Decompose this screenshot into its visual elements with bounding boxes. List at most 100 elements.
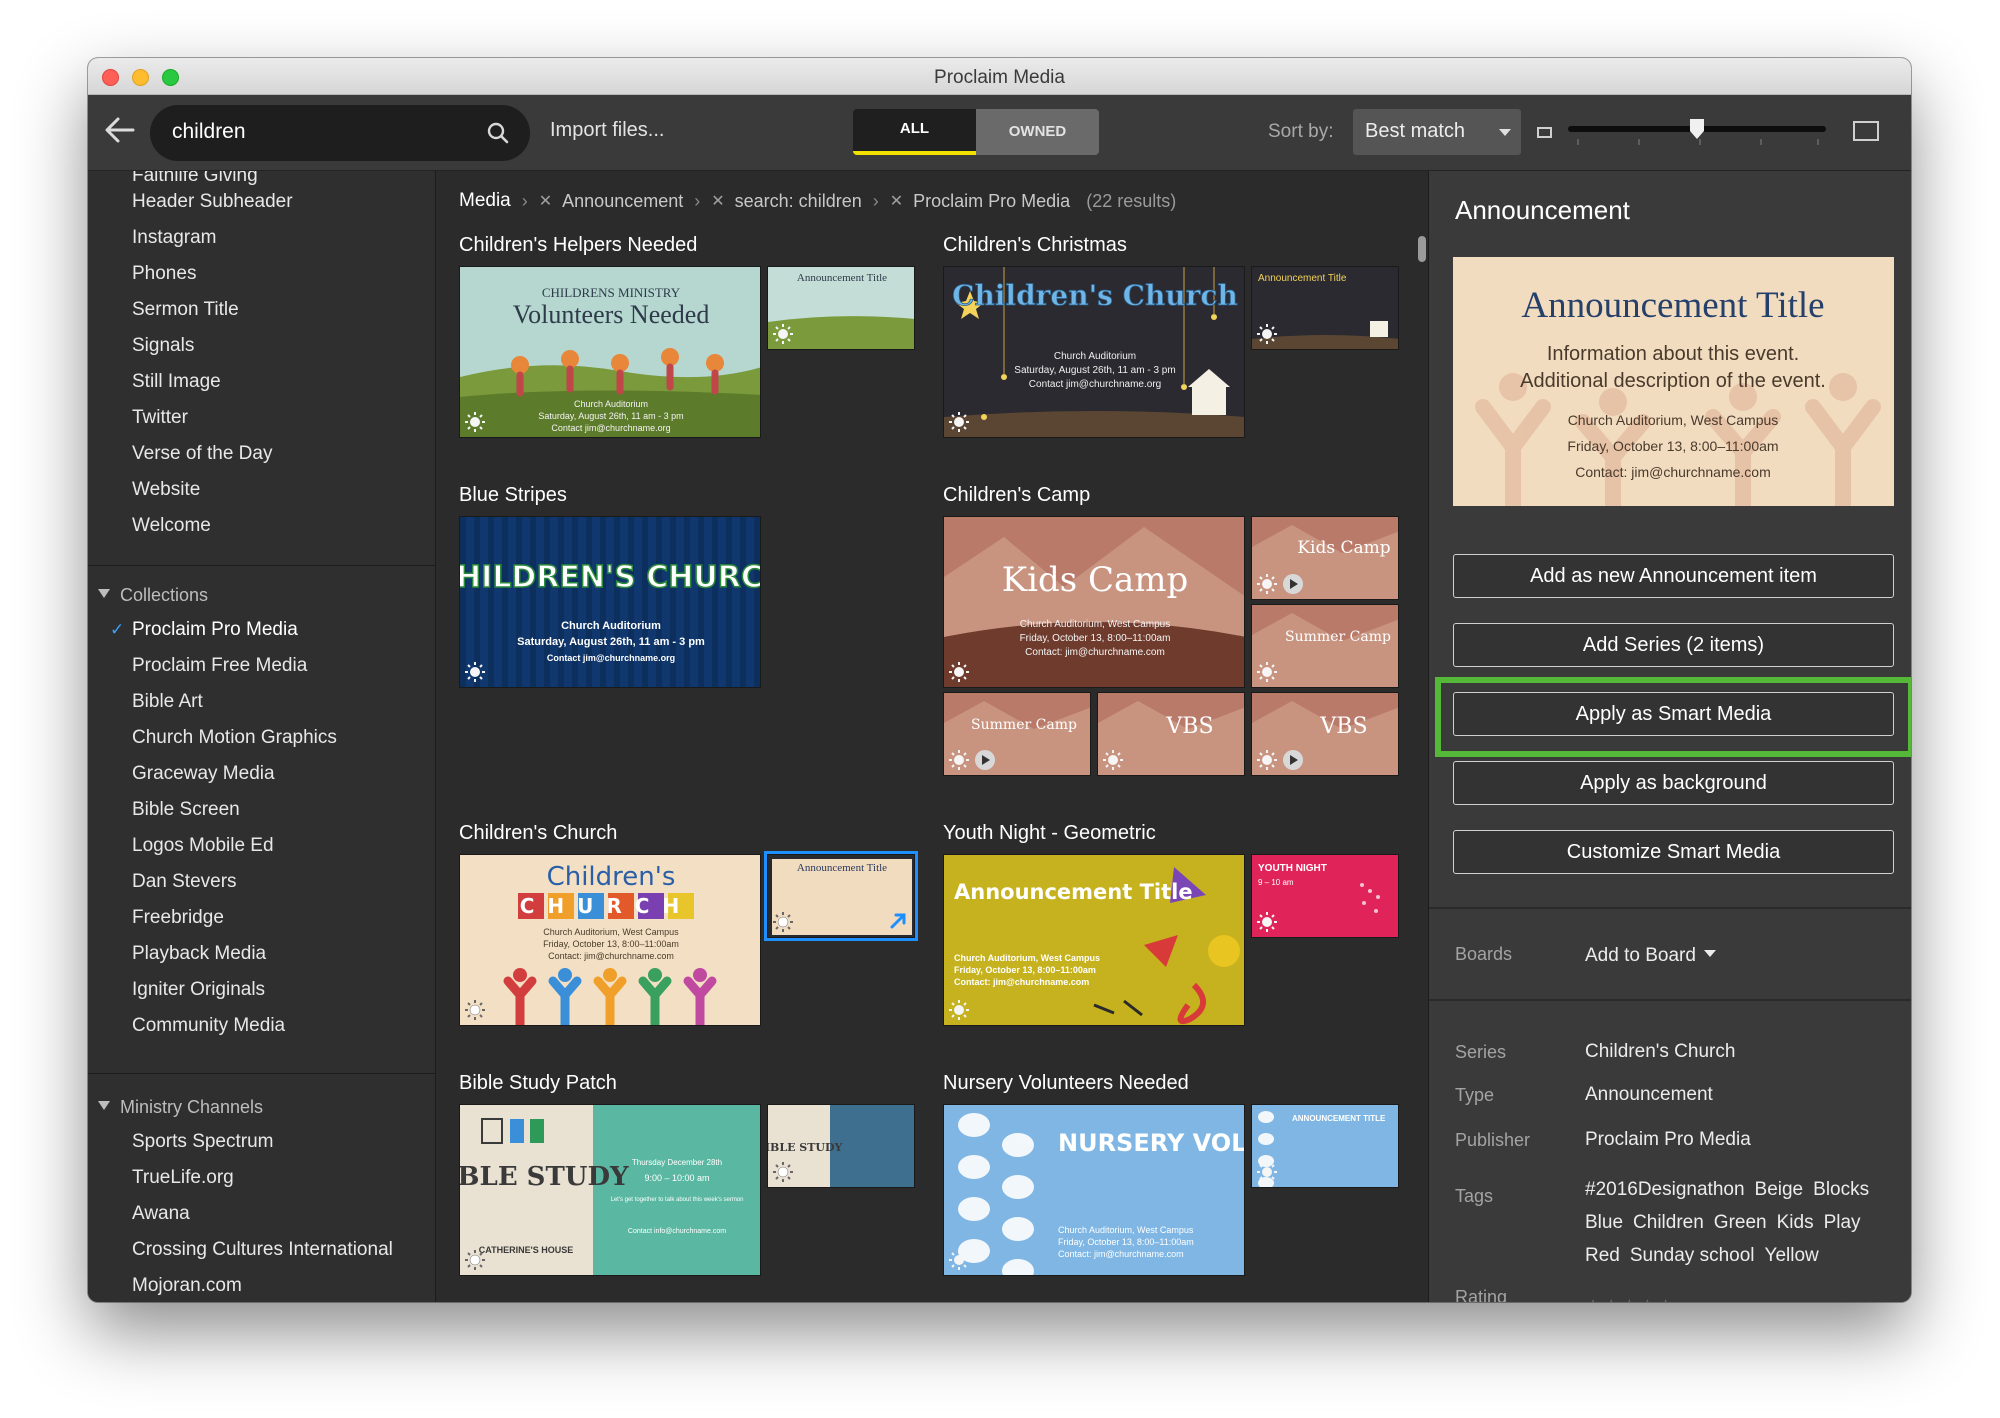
media-thumbnail[interactable]: BIBLE STUDY CATHERINE'S HOUSE Thursday D… [459,1104,761,1276]
tag-link[interactable]: Green [1714,1212,1767,1233]
rating-stars[interactable]: ★★★★★ [1585,1296,1676,1302]
apply-background-button[interactable]: Apply as background [1453,761,1894,805]
publisher-value[interactable]: Proclaim Pro Media [1585,1129,1751,1151]
breadcrumb-filter[interactable]: Announcement [562,191,683,212]
media-thumbnail[interactable]: YOUTH NIGHT 9 – 10 am [1251,854,1399,938]
series-value[interactable]: Children's Church [1585,1041,1735,1063]
large-thumbnail-icon[interactable] [1853,121,1879,141]
search-field[interactable]: children [150,105,530,161]
tag-link[interactable]: Sunday school [1630,1245,1755,1266]
media-thumbnail[interactable]: CHILDRENS MINISTRY Volunteers Needed Chu… [459,266,761,438]
search-input[interactable]: children [172,120,246,144]
collections-header[interactable]: Collections [98,585,208,606]
group-title[interactable]: Nursery Volunteers Needed [943,1072,1189,1095]
tag-link[interactable]: #2016Designathon [1585,1179,1745,1200]
sidebar-item[interactable]: Community Media [132,1015,285,1037]
remove-filter-icon[interactable]: ✕ [890,191,903,211]
group-title[interactable]: Youth Night - Geometric [943,822,1156,845]
search-icon[interactable] [486,121,510,145]
media-thumbnail[interactable]: VBS [1251,692,1399,776]
media-thumbnail[interactable]: ANNOUNCEMENT TITLE [1251,1104,1399,1188]
sidebar-item[interactable]: Phones [132,263,196,285]
import-files-button[interactable]: Import files... [550,119,664,142]
sidebar-item[interactable]: Website [132,479,200,501]
sidebar-item[interactable]: Welcome [132,515,211,537]
remove-filter-icon[interactable]: ✕ [539,191,552,211]
tag-link[interactable]: Blocks [1813,1179,1869,1200]
sidebar-item[interactable]: Proclaim Free Media [132,655,307,677]
sidebar-item[interactable]: Instagram [132,227,216,249]
sidebar-item[interactable]: Signals [132,335,194,357]
tag-link[interactable]: Yellow [1765,1245,1819,1266]
group-title[interactable]: Children's Church [459,822,617,845]
filter-all-tab[interactable]: ALL [853,109,976,155]
play-icon[interactable] [1282,749,1304,771]
add-series-button[interactable]: Add Series (2 items) [1453,623,1894,667]
media-thumbnail[interactable]: Announcement Title [767,266,915,350]
sort-dropdown[interactable]: Best match [1353,109,1521,155]
sidebar-item[interactable]: Dan Stevers [132,871,237,893]
tag-link[interactable]: Play [1824,1212,1861,1233]
media-thumbnail[interactable]: Kids Camp [1251,516,1399,600]
sidebar-item[interactable]: Verse of the Day [132,443,272,465]
group-title[interactable]: Bible Study Patch [459,1072,617,1095]
sidebar-item[interactable]: Faithlife Giving [132,171,258,187]
sidebar-item[interactable]: Bible Art [132,691,203,713]
sidebar-item[interactable]: Sermon Title [132,299,239,321]
tag-link[interactable]: Red [1585,1245,1620,1266]
media-thumbnail[interactable]: Children's CHURCH Church Auditorium, Wes… [459,854,761,1026]
breadcrumb-filter[interactable]: Proclaim Pro Media [913,191,1070,212]
tag-link[interactable]: Children [1633,1212,1704,1233]
scrollbar[interactable] [1418,236,1426,262]
group-title[interactable]: Children's Helpers Needed [459,234,697,257]
thumbnail-size-slider[interactable] [1568,115,1826,155]
sidebar-item[interactable]: Bible Screen [132,799,240,821]
group-title[interactable]: Blue Stripes [459,484,567,507]
breadcrumb-filter[interactable]: search: children [735,191,862,212]
media-thumbnail[interactable]: Announcement Title Church Auditorium, We… [943,854,1245,1026]
expand-icon[interactable] [888,911,908,931]
media-thumbnail[interactable]: Summer Camp [943,692,1091,776]
sidebar-item[interactable]: Still Image [132,371,221,393]
media-thumbnail[interactable]: BIBLE STUDY [767,1104,915,1188]
media-thumbnail[interactable]: Children's Church Church Auditorium Satu… [943,266,1245,438]
sidebar-item-proclaim-pro-media[interactable]: Proclaim Pro Media [132,619,298,641]
sidebar-item[interactable]: Header Subheader [132,191,293,213]
sidebar-item[interactable]: Logos Mobile Ed [132,835,274,857]
ministry-channels-header[interactable]: Ministry Channels [98,1097,263,1118]
media-thumbnail[interactable]: Kids Camp Church Auditorium, West Campus… [943,516,1245,688]
small-thumbnail-icon[interactable] [1537,127,1552,138]
media-thumbnail[interactable]: Summer Camp [1251,604,1399,688]
tag-link[interactable]: Kids [1777,1212,1814,1233]
add-announcement-item-button[interactable]: Add as new Announcement item [1453,554,1894,598]
sidebar-item[interactable]: Playback Media [132,943,266,965]
play-icon[interactable] [1282,573,1304,595]
media-thumbnail[interactable]: Announcement Title [1251,266,1399,350]
back-button[interactable] [100,113,140,153]
apply-smart-media-button[interactable]: Apply as Smart Media [1453,692,1894,736]
add-to-board-dropdown[interactable]: Add to Board [1585,945,1716,967]
tag-link[interactable]: Beige [1755,1179,1804,1200]
remove-filter-icon[interactable]: ✕ [711,191,724,211]
sidebar-item[interactable]: Mojoran.com [132,1275,242,1297]
sidebar-item[interactable]: TrueLife.org [132,1167,234,1189]
sidebar-item[interactable]: Awana [132,1203,190,1225]
filter-owned-tab[interactable]: OWNED [976,109,1099,155]
sidebar-item[interactable]: Twitter [132,407,188,429]
breadcrumb-root[interactable]: Media [459,190,511,212]
sidebar-item[interactable]: Graceway Media [132,763,275,785]
sidebar-item[interactable]: Church Motion Graphics [132,727,337,749]
sidebar-item[interactable]: Igniter Originals [132,979,265,1001]
media-thumbnail[interactable]: CHILDREN'S CHURCH Church Auditorium Satu… [459,516,761,688]
sidebar-item[interactable]: Crossing Cultures International [132,1239,393,1261]
sidebar-item[interactable]: Freebridge [132,907,224,929]
group-title[interactable]: Children's Camp [943,484,1090,507]
media-thumbnail-selected[interactable]: Announcement Title [764,851,918,941]
media-thumbnail[interactable]: VBS [1097,692,1245,776]
play-icon[interactable] [974,749,996,771]
tag-link[interactable]: Blue [1585,1212,1623,1233]
group-title[interactable]: Children's Christmas [943,234,1127,257]
sidebar-item[interactable]: Sports Spectrum [132,1131,274,1153]
customize-smart-media-button[interactable]: Customize Smart Media [1453,830,1894,874]
media-thumbnail[interactable]: NURSERY VOLUNTEERS NEEDED Church Auditor… [943,1104,1245,1276]
